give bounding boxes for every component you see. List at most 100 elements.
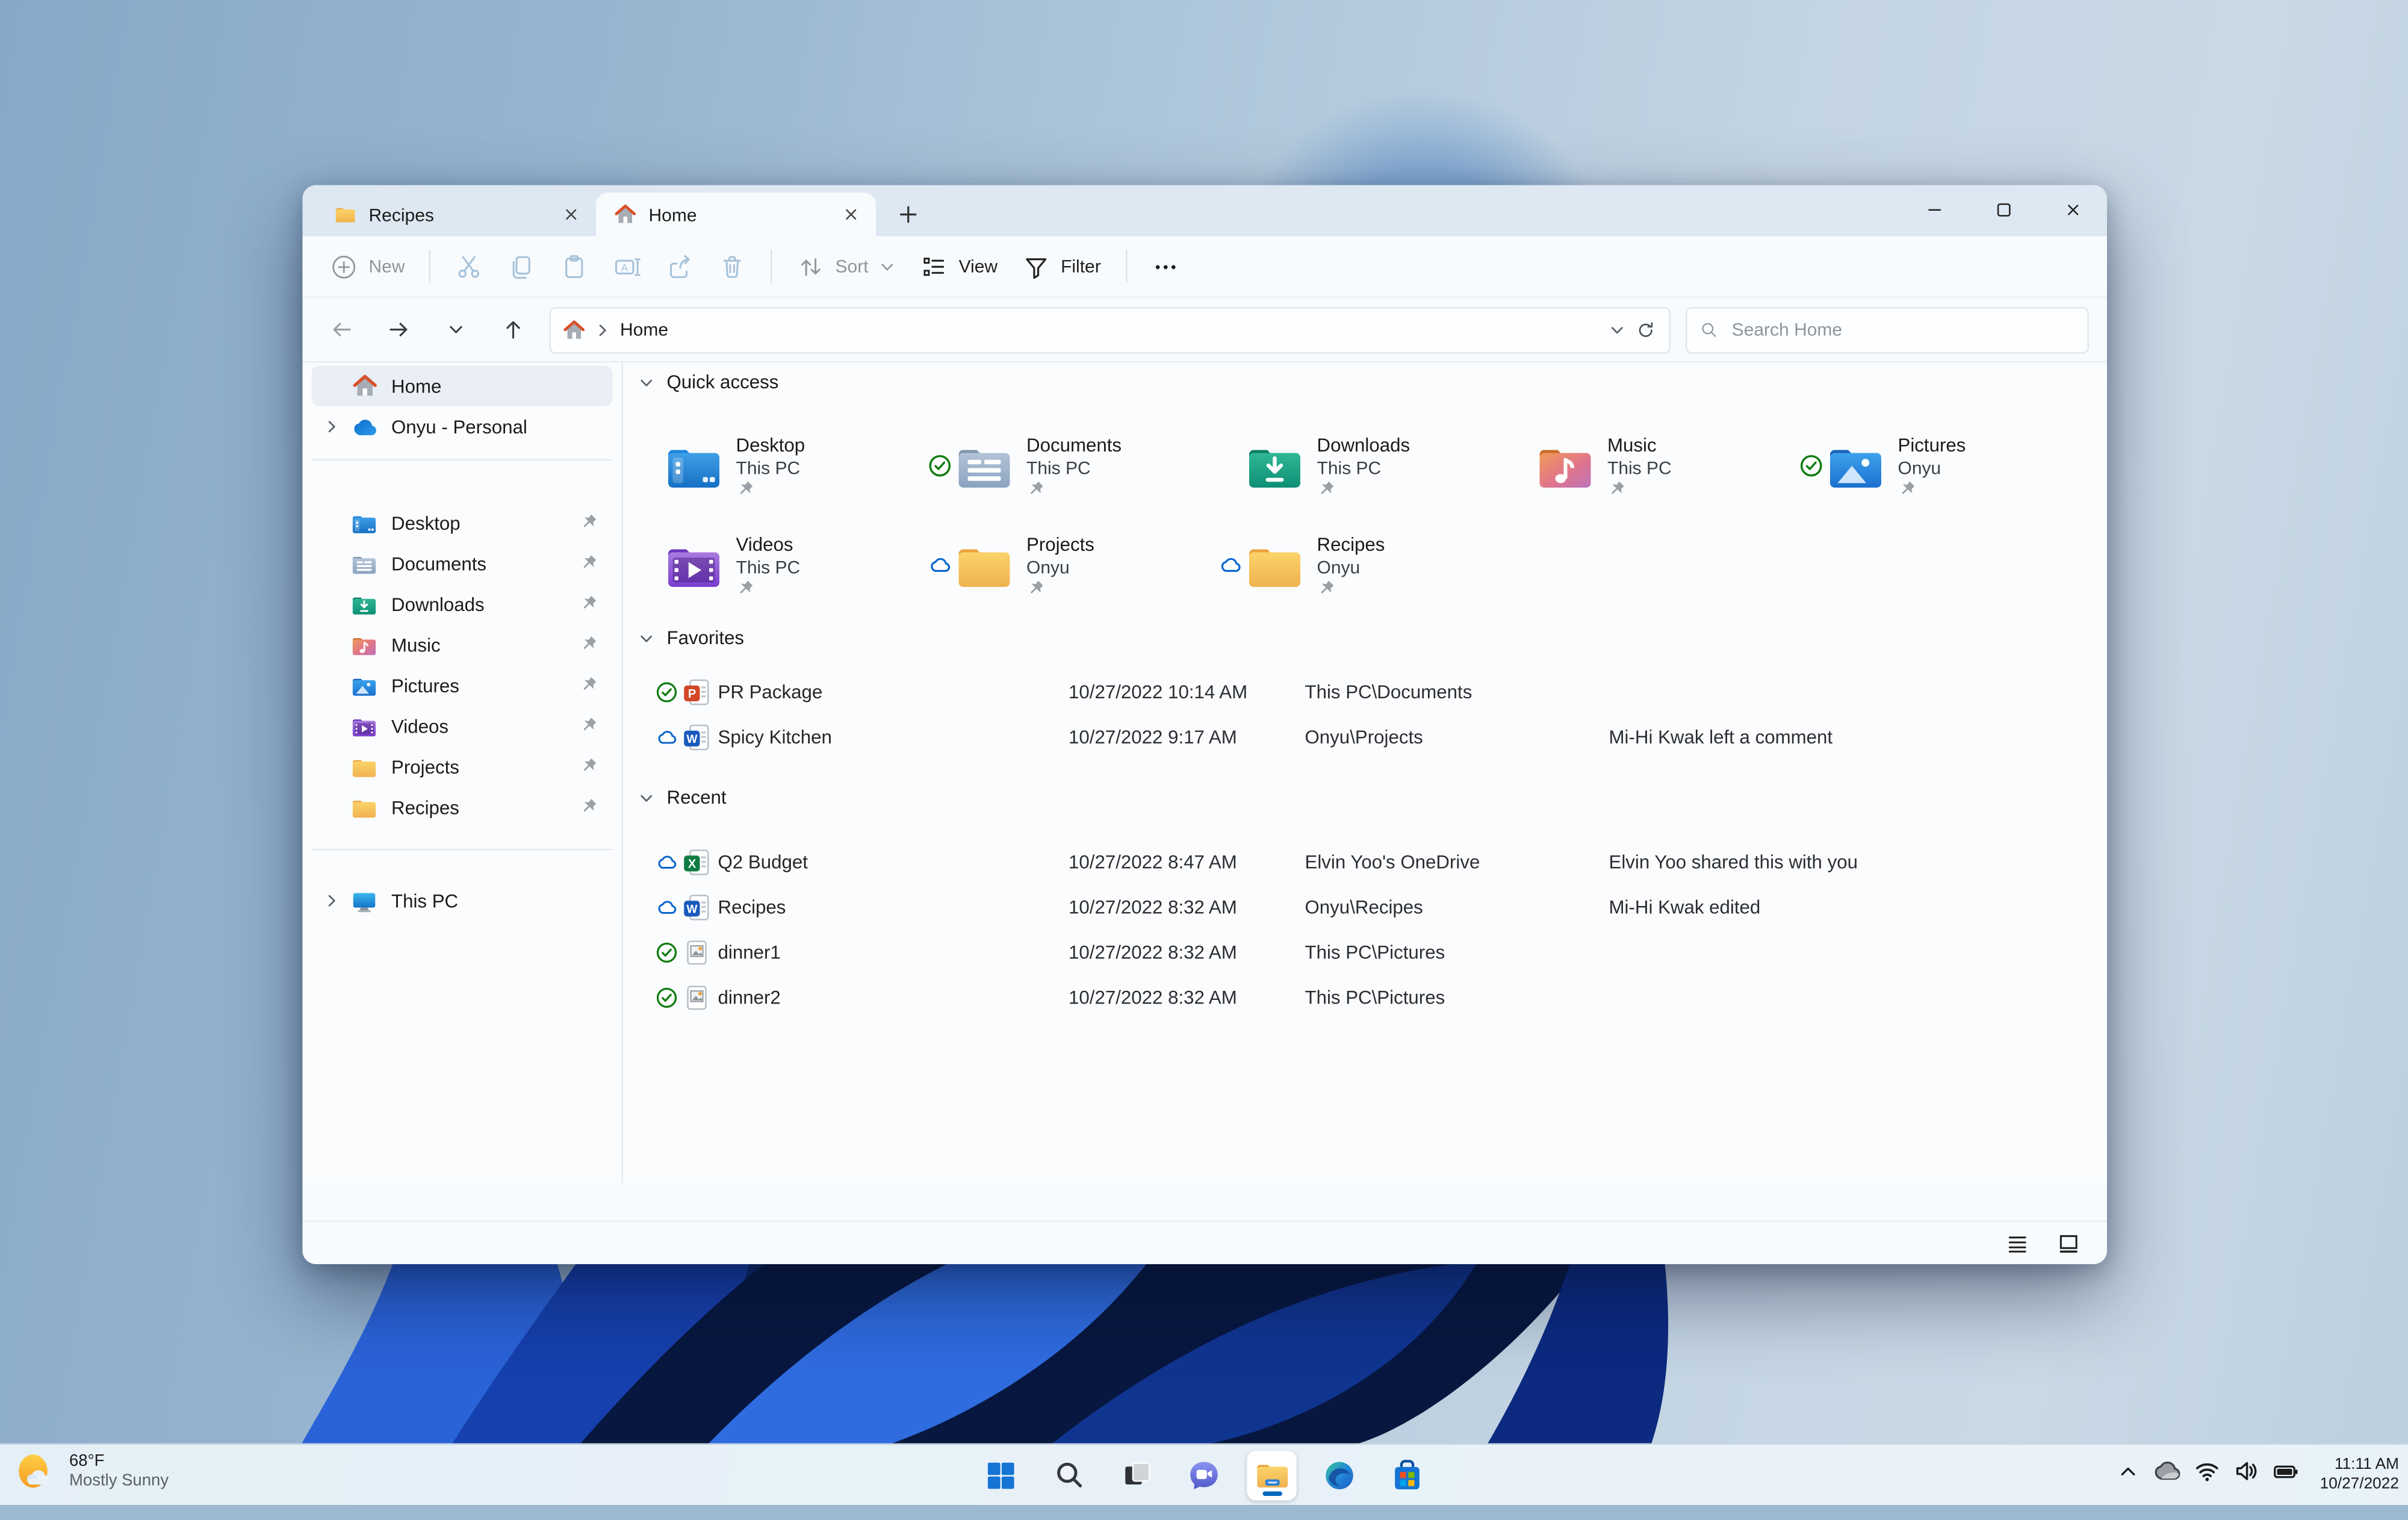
new-tab-button[interactable] <box>888 194 927 234</box>
section-header-favorites[interactable]: Favorites <box>638 622 2107 655</box>
back-button[interactable] <box>321 309 363 351</box>
collapse-chevron-icon[interactable] <box>638 374 655 391</box>
sidebar-item-desktop[interactable]: Desktop <box>312 503 613 544</box>
quick-access-tile-projects[interactable]: Projects Onyu <box>929 516 1220 616</box>
paste-button[interactable] <box>548 243 601 291</box>
quick-access-tile-desktop[interactable]: Desktop This PC <box>638 417 929 516</box>
search-icon <box>1056 1462 1081 1487</box>
view-button[interactable]: View <box>908 243 1010 291</box>
sidebar-item-projects[interactable]: Projects <box>312 746 613 787</box>
sidebar-item-this-pc[interactable]: This PC <box>312 881 613 922</box>
file-row-dinner2[interactable]: dinner2 10/27/2022 8:32 AM This PC\Pictu… <box>638 975 2107 1020</box>
search-button[interactable] <box>1044 1450 1094 1500</box>
file-name: PR Package <box>718 681 823 703</box>
section-header-recent[interactable]: Recent <box>638 781 2107 814</box>
start-button[interactable] <box>976 1450 1026 1500</box>
quick-access-tile-pictures[interactable]: Pictures Onyu <box>1800 417 2091 516</box>
sidebar-item-onedrive[interactable]: Onyu - Personal <box>312 406 613 447</box>
sidebar-item-documents[interactable]: Documents <box>312 544 613 585</box>
filter-button[interactable]: Filter <box>1010 243 1113 291</box>
synced-badge-icon <box>656 681 680 704</box>
tray-volume-button[interactable] <box>2234 1459 2260 1492</box>
sidebar-item-home[interactable]: Home <box>311 365 613 406</box>
cut-button[interactable] <box>442 243 495 291</box>
filter-button-label: Filter <box>1061 256 1101 277</box>
large-thumbnails-view-button[interactable] <box>2050 1227 2086 1260</box>
file-explorer-button[interactable] <box>1247 1450 1297 1500</box>
quick-access-tile-documents[interactable]: Documents This PC <box>929 417 1220 516</box>
quick-access-tile-music[interactable]: Music This PC <box>1510 417 1801 516</box>
tile-location: This PC <box>1607 456 1672 478</box>
search-box[interactable] <box>1686 306 2089 353</box>
music-folder-icon <box>1535 441 1595 492</box>
file-row-pr-package[interactable]: PR Package 10/27/2022 10:14 AM This PC\D… <box>638 670 2107 715</box>
weather-condition: Mostly Sunny <box>69 1472 169 1490</box>
recent-locations-button[interactable] <box>435 309 477 351</box>
taskbar-clock[interactable]: 11:11 AM 10/27/2022 <box>2320 1456 2399 1495</box>
delete-button[interactable] <box>706 243 759 291</box>
new-button[interactable]: New <box>318 243 417 291</box>
tab-close-button[interactable] <box>837 201 864 228</box>
quick-access-tile-recipes[interactable]: Recipes Onyu <box>1219 516 1510 616</box>
tray-chevron-up-button[interactable] <box>2118 1460 2140 1489</box>
file-row-dinner1[interactable]: dinner1 10/27/2022 8:32 AM This PC\Pictu… <box>638 930 2107 975</box>
sort-button[interactable]: Sort <box>784 243 908 291</box>
copy-icon <box>512 255 530 278</box>
section-header-quick-access[interactable]: Quick access <box>638 366 2107 399</box>
edge-button[interactable] <box>1315 1450 1365 1500</box>
close-button[interactable] <box>2038 185 2107 235</box>
maximize-icon <box>1996 203 2010 217</box>
tab-recipes[interactable]: Recipes <box>316 193 596 237</box>
forward-button[interactable] <box>378 309 420 351</box>
weather-icon <box>19 1454 49 1488</box>
address-bar[interactable]: Home <box>549 306 1671 353</box>
collapse-chevron-icon[interactable] <box>638 630 655 647</box>
sidebar-separator <box>311 459 613 461</box>
sidebar-item-pictures[interactable]: Pictures <box>312 665 613 706</box>
task-view-button[interactable] <box>1111 1450 1161 1500</box>
tab-label: Recipes <box>368 203 434 225</box>
expand-chevron-icon[interactable] <box>318 418 345 435</box>
quick-access-tile-videos[interactable]: Videos This PC <box>638 516 929 616</box>
tray-wifi-button[interactable] <box>2195 1459 2221 1492</box>
synced-badge-icon <box>1800 454 1823 477</box>
file-date: 10/27/2022 10:14 AM <box>1069 681 1248 703</box>
tab-close-button[interactable] <box>557 201 584 228</box>
sidebar-item-music[interactable]: Music <box>312 625 613 666</box>
rename-button[interactable]: A <box>601 243 654 291</box>
pin-icon <box>1026 579 1094 598</box>
taskbar-center-icons <box>976 1445 1432 1505</box>
address-dropdown-icon[interactable] <box>1609 321 1626 338</box>
pin-icon <box>580 798 598 820</box>
tab-home[interactable]: Home <box>596 193 876 237</box>
expand-chevron-icon[interactable] <box>318 893 345 910</box>
weather-widget[interactable]: 68°F Mostly Sunny <box>12 1450 169 1495</box>
sidebar-item-recipes[interactable]: Recipes <box>312 787 613 828</box>
details-view-button[interactable] <box>1999 1227 2035 1260</box>
breadcrumb[interactable]: Home <box>620 319 668 340</box>
file-row-spicy-kitchen[interactable]: Spicy Kitchen 10/27/2022 9:17 AM Onyu\Pr… <box>638 715 2107 760</box>
refresh-icon[interactable] <box>1634 318 1657 341</box>
more-options-button[interactable] <box>1138 243 1191 291</box>
sidebar-item-label: Pictures <box>391 675 459 696</box>
store-button[interactable] <box>1382 1450 1432 1500</box>
file-row-recipes[interactable]: Recipes 10/27/2022 8:32 AM Onyu\Recipes … <box>638 885 2107 930</box>
sidebar-item-videos[interactable]: Videos <box>312 706 613 747</box>
tray-battery-button[interactable] <box>2273 1457 2300 1492</box>
chat-button[interactable] <box>1179 1450 1229 1500</box>
share-button[interactable] <box>653 243 706 291</box>
quick-access-tile-downloads[interactable]: Downloads This PC <box>1219 417 1510 516</box>
file-row-q2-budget[interactable]: Q2 Budget 10/27/2022 8:47 AM Elvin Yoo's… <box>638 840 2107 885</box>
close-icon <box>562 206 579 223</box>
collapse-chevron-icon[interactable] <box>638 789 655 806</box>
search-input[interactable] <box>1728 317 2076 342</box>
tile-location: This PC <box>736 556 801 577</box>
tray-onedrive-button[interactable] <box>2153 1457 2182 1493</box>
sidebar-item-downloads[interactable]: Downloads <box>312 584 613 625</box>
up-button[interactable] <box>492 309 535 351</box>
teams-chat-icon <box>1190 1461 1218 1489</box>
maximize-button[interactable] <box>1969 185 2038 235</box>
minimize-button[interactable] <box>1899 185 1969 235</box>
copy-button[interactable] <box>495 243 548 291</box>
pin-icon <box>736 579 801 598</box>
